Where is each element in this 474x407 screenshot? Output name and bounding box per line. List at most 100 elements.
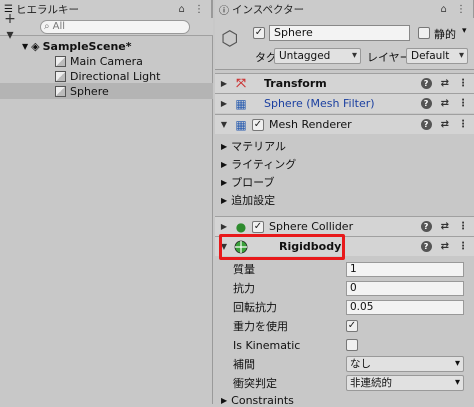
collision-detection-dropdown[interactable]: 非連続的 xyxy=(346,375,464,391)
help-icon[interactable]: ? xyxy=(420,221,432,232)
preset-icon[interactable]: ⇄ xyxy=(441,98,449,109)
drag-input[interactable]: 0 xyxy=(346,280,464,296)
drag-label: 抗力 xyxy=(233,282,255,295)
help-icon[interactable]: ? xyxy=(420,119,432,130)
static-dropdown-icon[interactable]: ▾ xyxy=(462,26,467,36)
tab-inspector[interactable]: ⓘ インスペクター ⌂ ⋮ xyxy=(215,0,474,18)
component-transform[interactable]: ▶ ⤧ Transform ? ⇄ ⋮ xyxy=(215,73,474,93)
tab-menu-icons[interactable]: ⌂ ⋮ xyxy=(440,4,469,15)
section-label: Constraints xyxy=(231,394,294,407)
component-actions: ? ⇄ ⋮ xyxy=(420,119,468,130)
kebab-menu-icon[interactable]: ⋮ xyxy=(458,241,468,252)
mass-input[interactable]: 1 xyxy=(346,261,464,277)
help-icon[interactable]: ? xyxy=(420,98,432,109)
interpolate-label: 補間 xyxy=(233,358,255,371)
unity-scene-icon: ◈ xyxy=(31,39,40,53)
kebab-menu-icon[interactable]: ⋮ xyxy=(458,221,468,232)
gameobject-cube-icon xyxy=(55,70,66,82)
item-label: Directional Light xyxy=(70,69,161,83)
component-actions: ? ⇄ ⋮ xyxy=(420,221,468,232)
section-additional-settings[interactable]: ▶ 追加設定 xyxy=(221,192,275,208)
inspector-panel: ⓘ インスペクター ⌂ ⋮ ⬡ ✓ Sphere 静的 ▾ タグ Untagge… xyxy=(215,0,474,407)
enabled-checkbox[interactable]: ✓ xyxy=(252,220,264,233)
layer-dropdown[interactable]: Default xyxy=(406,48,468,64)
is-kinematic-label: Is Kinematic xyxy=(233,338,301,352)
prop-collision-detection: 衝突判定 非連続的 xyxy=(215,374,474,392)
hierarchy-item-main-camera[interactable]: Main Camera xyxy=(0,53,213,69)
prop-interpolate: 補間 なし xyxy=(215,355,474,373)
hierarchy-item-directional-light[interactable]: Directional Light xyxy=(0,68,213,84)
search-placeholder: All xyxy=(52,21,66,32)
object-name-field[interactable]: Sphere xyxy=(269,25,410,41)
section-probes[interactable]: ▶ プローブ xyxy=(221,174,275,190)
section-label: プローブ xyxy=(231,176,275,189)
expand-arrow-icon[interactable]: ▼ xyxy=(22,42,28,51)
prop-use-gravity: 重力を使用 ✓ xyxy=(215,317,474,335)
tab-menu-icons[interactable]: ⌂ ⋮ xyxy=(178,4,207,15)
is-kinematic-checkbox[interactable] xyxy=(346,339,358,351)
hierarchy-item-sphere[interactable]: Sphere xyxy=(0,83,213,99)
component-mesh-filter[interactable]: ▶ ▦ Sphere (Mesh Filter) ? ⇄ ⋮ xyxy=(215,93,474,113)
search-icon: ⌕ xyxy=(44,21,50,32)
section-label: ライティング xyxy=(231,158,297,171)
prop-angular-drag: 回転抗力 0.05 xyxy=(215,298,474,316)
component-sphere-collider[interactable]: ▶ ● ✓ Sphere Collider ? ⇄ ⋮ xyxy=(215,216,474,236)
section-materials[interactable]: ▶ マテリアル xyxy=(221,138,286,154)
collision-detection-label: 衝突判定 xyxy=(233,377,277,390)
use-gravity-checkbox[interactable]: ✓ xyxy=(346,320,358,332)
grid-mesh-icon: ▦ xyxy=(235,117,247,132)
scene-row[interactable]: ▼ ◈ SampleScene* xyxy=(0,38,213,54)
section-label: マテリアル xyxy=(231,140,287,153)
collapsed-arrow-icon[interactable]: ▶ xyxy=(218,79,230,88)
section-label: 追加設定 xyxy=(231,194,276,207)
use-gravity-label: 重力を使用 xyxy=(233,320,288,333)
enabled-checkbox[interactable]: ✓ xyxy=(252,118,264,131)
help-icon[interactable]: ? xyxy=(420,241,432,252)
section-lighting[interactable]: ▶ ライティング xyxy=(221,156,296,172)
hierarchy-panel: ☰ ヒエラルキー ⌂ ⋮ + ▾ ⌕ All ▼ ◈ SampleScene* … xyxy=(0,0,213,404)
inspector-tab-title: インスペクター xyxy=(232,3,305,16)
collapsed-arrow-icon[interactable]: ▶ xyxy=(221,142,227,151)
hierarchy-toolbar: + ▾ ⌕ All xyxy=(0,11,213,43)
gameobject-cube-icon: ⬡ xyxy=(221,26,239,50)
preset-icon[interactable]: ⇄ xyxy=(441,78,449,89)
mass-label: 質量 xyxy=(233,263,255,276)
active-checkbox[interactable]: ✓ xyxy=(253,27,265,39)
gameobject-cube-icon xyxy=(55,55,66,67)
preset-icon[interactable]: ⇄ xyxy=(441,119,449,130)
kebab-menu-icon[interactable]: ⋮ xyxy=(458,119,468,130)
gameobject-header: ⬡ ✓ Sphere 静的 ▾ タグ Untagged レイヤー Default xyxy=(215,18,474,70)
kebab-menu-icon[interactable]: ⋮ xyxy=(458,98,468,109)
preset-icon[interactable]: ⇄ xyxy=(441,221,449,232)
component-actions: ? ⇄ ⋮ xyxy=(420,241,468,252)
collapsed-arrow-icon[interactable]: ▶ xyxy=(218,99,230,108)
prop-mass: 質量 1 xyxy=(215,260,474,278)
transform-axes-icon: ⤧ xyxy=(236,76,246,90)
component-mesh-renderer[interactable]: ▼ ▦ ✓ Mesh Renderer ? ⇄ ⋮ xyxy=(215,114,474,134)
collapsed-arrow-icon[interactable]: ▶ xyxy=(218,222,230,231)
kebab-menu-icon[interactable]: ⋮ xyxy=(458,78,468,89)
component-title: Transform xyxy=(264,77,327,90)
section-constraints[interactable]: ▶ Constraints xyxy=(221,394,294,407)
hierarchy-tab-title: ヒエラルキー xyxy=(15,3,79,16)
info-icon: ⓘ xyxy=(219,5,229,17)
item-label: Sphere xyxy=(70,84,109,98)
collapsed-arrow-icon[interactable]: ▶ xyxy=(221,160,227,169)
component-actions: ? ⇄ ⋮ xyxy=(420,98,468,109)
tab-hierarchy[interactable]: ☰ ヒエラルキー ⌂ ⋮ xyxy=(0,0,212,18)
angular-drag-input[interactable]: 0.05 xyxy=(346,299,464,315)
collapsed-arrow-icon[interactable]: ▶ xyxy=(221,178,227,187)
expanded-arrow-icon[interactable]: ▼ xyxy=(218,120,230,129)
prop-is-kinematic: Is Kinematic xyxy=(215,336,474,354)
tag-dropdown[interactable]: Untagged xyxy=(274,48,361,64)
angular-drag-label: 回転抗力 xyxy=(233,301,277,314)
collapsed-arrow-icon[interactable]: ▶ xyxy=(221,196,227,205)
prop-drag: 抗力 0 xyxy=(215,279,474,297)
search-input[interactable]: ⌕ All xyxy=(40,19,190,34)
component-title: Mesh Renderer xyxy=(269,118,352,131)
collider-icon: ● xyxy=(235,219,247,234)
static-checkbox[interactable] xyxy=(418,27,430,39)
help-icon[interactable]: ? xyxy=(420,78,432,89)
interpolate-dropdown[interactable]: なし xyxy=(346,356,464,372)
preset-icon[interactable]: ⇄ xyxy=(441,241,449,252)
